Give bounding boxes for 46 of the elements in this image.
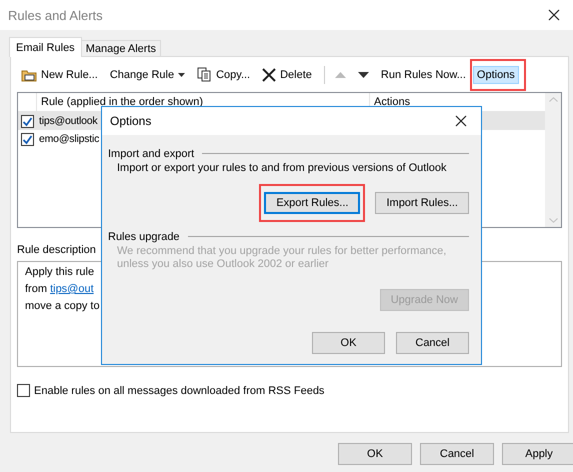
scroll-down-icon [548, 218, 558, 223]
checkmark-icon [22, 116, 33, 126]
toolbar-button[interactable]: Run Rules Now... [376, 66, 470, 84]
folder-icon [21, 68, 37, 82]
checkbox[interactable] [21, 132, 34, 146]
rule-name: emo@slipstic [39, 133, 100, 145]
dialog-button[interactable]: Import Rules... [375, 192, 469, 214]
delete-icon [262, 68, 276, 82]
toolbar-button[interactable]: Options [472, 66, 519, 84]
down-arrow-icon [358, 70, 369, 78]
checkbox[interactable] [21, 114, 34, 128]
window-title: Rules and Alerts [8, 8, 103, 22]
rule-name: tips@outlook [39, 115, 98, 127]
copy-icon [197, 67, 212, 82]
group-heading: Rules upgrade [108, 230, 180, 242]
dialog-button[interactable]: Cancel [420, 443, 494, 465]
up-arrow-icon [334, 70, 346, 78]
toolbar-button[interactable]: Copy... [193, 64, 254, 85]
dialog-button[interactable]: Export Rules... [264, 192, 360, 214]
rule-row[interactable]: emo@slipstic [18, 130, 545, 148]
group-heading: Import and export [108, 148, 194, 160]
group-text: Import or export your rules to and from previous versions of Outlook [117, 162, 448, 175]
checkbox[interactable] [17, 384, 30, 397]
group-text: We recommend that you upgrade your rules for better performance, unless you also use Outlook 2002 or earlier [117, 245, 448, 271]
tab[interactable]: Email Rules [9, 37, 82, 57]
dialog-button[interactable]: Apply [502, 443, 573, 465]
email-link[interactable]: tips@out [50, 283, 94, 295]
scroll-up-icon [548, 97, 558, 102]
dialog-button[interactable]: OK [338, 443, 412, 465]
scrollbar[interactable] [545, 93, 561, 227]
toolbar-button[interactable]: New Rule... [17, 64, 102, 84]
checkbox-label: Enable rules on all messages downloaded from RSS Feeds [34, 384, 324, 396]
description-line: move a copy to [25, 299, 100, 314]
toolbar-button[interactable]: Change Rule [106, 66, 190, 84]
caret-icon [178, 72, 186, 76]
dialog-button[interactable]: OK [312, 332, 385, 354]
tab[interactable]: Manage Alerts [80, 40, 162, 56]
checkmark-icon [22, 134, 33, 144]
dialog-button[interactable]: Cancel [396, 332, 469, 354]
dialog-title: Options [110, 114, 152, 128]
description-line: Apply this rule [25, 265, 94, 280]
close-icon [548, 9, 560, 21]
close-icon [455, 115, 467, 127]
description-line: from tips@out [25, 282, 94, 297]
section-label: Rule description [17, 244, 96, 258]
toolbar-button[interactable]: Delete [258, 64, 316, 84]
